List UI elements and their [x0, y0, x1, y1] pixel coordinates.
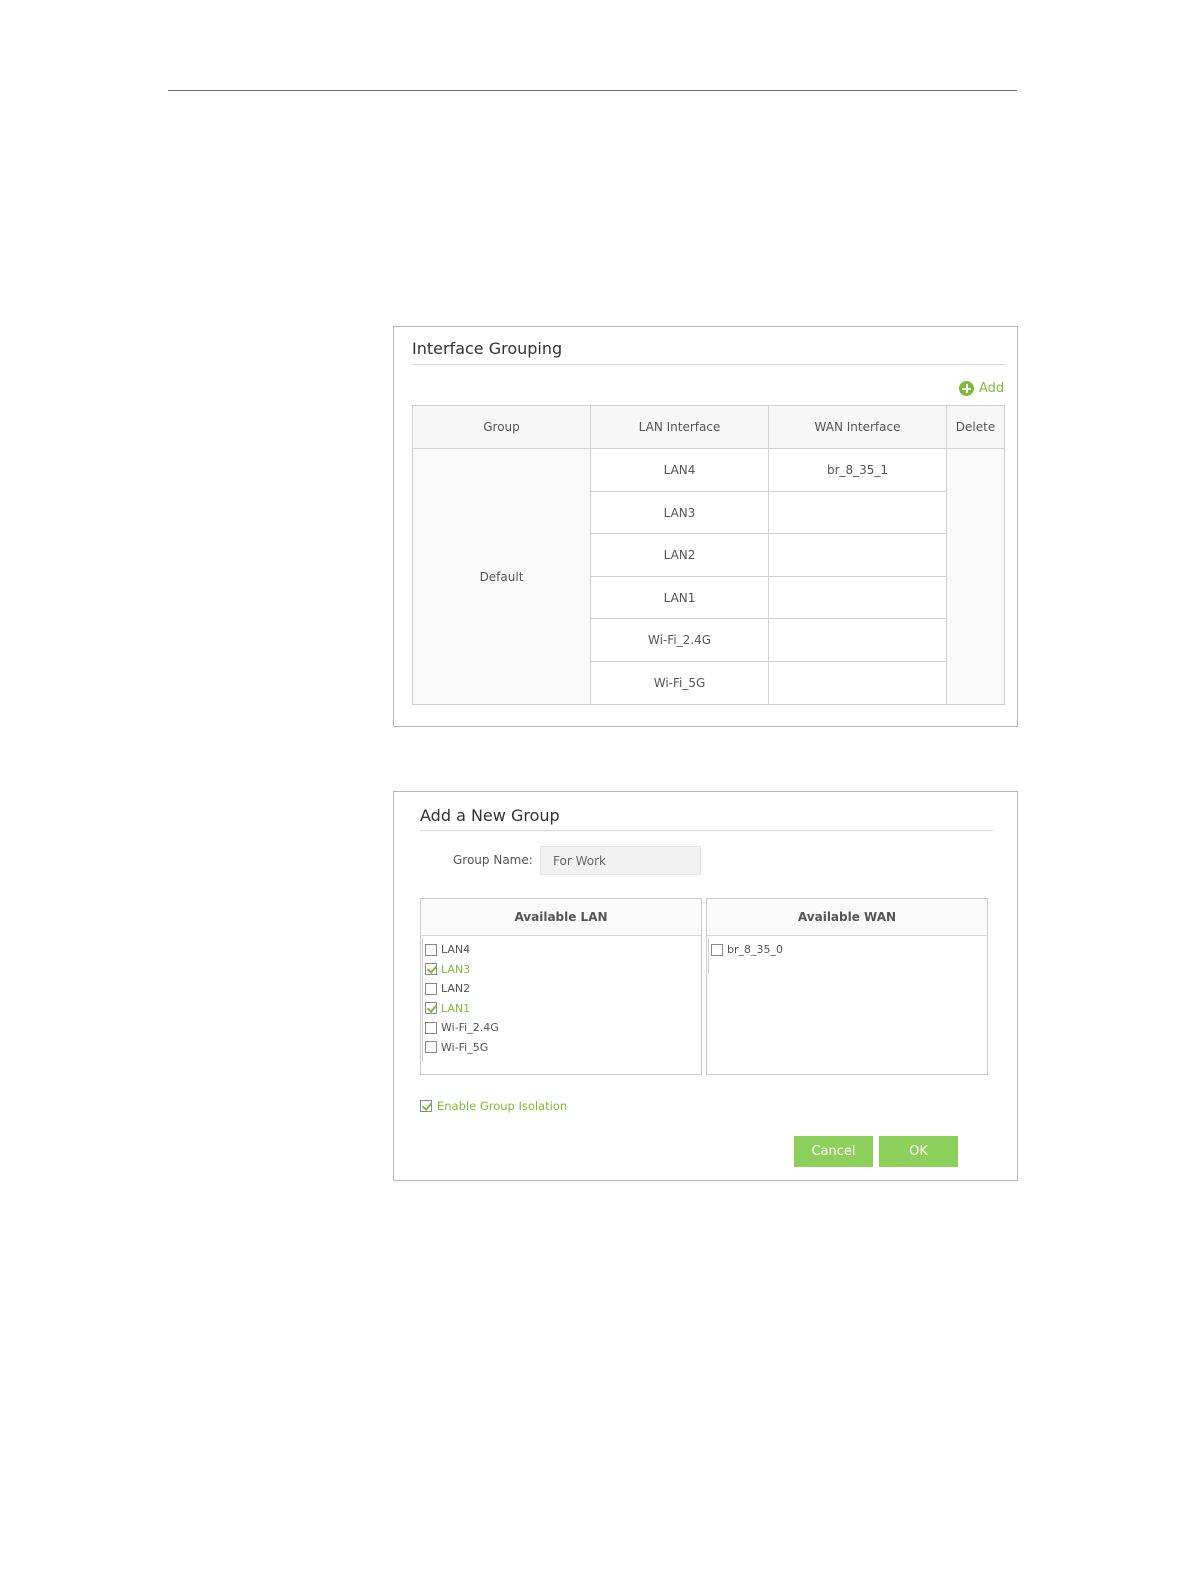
header-rule: [168, 90, 1017, 91]
ok-button[interactable]: OK: [879, 1136, 958, 1167]
interface-group-table: Group LAN Interface WAN Interface Delete…: [412, 405, 1005, 705]
cancel-button[interactable]: Cancel: [794, 1136, 873, 1167]
isolation-label: Enable Group Isolation: [437, 1099, 568, 1113]
group-name-cell: Default: [413, 449, 590, 704]
grid-line: [590, 406, 591, 704]
header-wan-interface: WAN Interface: [769, 406, 946, 448]
checkbox[interactable]: [425, 1021, 437, 1034]
wan-option-list: br_8_35_0: [707, 936, 987, 974]
title-divider: [420, 830, 993, 831]
lan-cell: LAN4: [663, 463, 696, 477]
available-lan-box: Available LAN LAN4 LAN3 LAN2 LAN1 Wi-Fi_…: [420, 898, 702, 1075]
header-delete: Delete: [947, 406, 1004, 448]
option-label: LAN3: [441, 962, 471, 976]
wan-cell: [769, 492, 946, 534]
option-label: LAN4: [441, 943, 471, 957]
checkbox-checked[interactable]: [420, 1100, 432, 1112]
wan-cell: br_8_35_1: [826, 463, 889, 477]
lan-option[interactable]: Wi-Fi_2.4G: [425, 1018, 701, 1038]
option-label: LAN2: [441, 982, 471, 996]
grid-line: [591, 533, 946, 534]
checkbox-checked[interactable]: [425, 963, 437, 976]
checkbox-checked[interactable]: [425, 1002, 437, 1015]
grid-line: [768, 406, 769, 704]
option-label: LAN1: [441, 1001, 471, 1015]
lan-option[interactable]: LAN4: [425, 940, 701, 960]
grid-line: [591, 661, 946, 662]
option-label: Wi-Fi_5G: [441, 1040, 489, 1054]
lan-cell: LAN3: [663, 506, 696, 520]
add-group-title: Add a New Group: [420, 806, 560, 825]
header-lan-interface: LAN Interface: [591, 406, 768, 448]
header-group: Group: [413, 406, 590, 448]
available-wan-header: Available WAN: [707, 899, 987, 936]
lan-option[interactable]: LAN3: [425, 960, 701, 980]
lan-cell: LAN1: [663, 591, 696, 605]
lan-cell: Wi-Fi_5G: [653, 676, 706, 690]
checkbox[interactable]: [425, 1041, 437, 1054]
lan-option-list: LAN4 LAN3 LAN2 LAN1 Wi-Fi_2.4G Wi-Fi_5G: [421, 936, 701, 1062]
available-lan-header: Available LAN: [421, 899, 701, 936]
checkbox[interactable]: [425, 982, 437, 995]
checkbox[interactable]: [711, 943, 723, 956]
checkbox[interactable]: [425, 943, 437, 956]
available-wan-box: Available WAN br_8_35_0: [706, 898, 988, 1075]
lan-cell: LAN2: [663, 548, 696, 562]
grid-line: [591, 491, 946, 492]
wan-cell: [769, 577, 946, 619]
add-new-group-panel: Add a New Group Group Name: Available LA…: [393, 791, 1018, 1181]
add-group-button[interactable]: Add: [959, 381, 1004, 396]
lan-cell: Wi-Fi_2.4G: [647, 633, 711, 647]
lan-option[interactable]: LAN2: [425, 979, 701, 999]
wan-cell: [769, 662, 946, 704]
lan-option[interactable]: Wi-Fi_5G: [425, 1038, 701, 1058]
option-label: Wi-Fi_2.4G: [441, 1021, 499, 1035]
wan-cell: [769, 619, 946, 661]
group-name-label: Group Name:: [453, 853, 533, 867]
grid-line: [413, 448, 1004, 449]
grid-line: [946, 406, 947, 704]
title-divider: [412, 364, 1005, 365]
interface-grouping-title: Interface Grouping: [412, 339, 563, 358]
wan-option[interactable]: br_8_35_0: [711, 940, 987, 960]
option-label: br_8_35_0: [727, 943, 783, 957]
grid-line: [591, 618, 946, 619]
interface-grouping-panel: Interface Grouping Add Group LAN Interfa…: [393, 326, 1018, 727]
plus-circle-icon: [959, 381, 974, 396]
group-name-input[interactable]: [540, 846, 701, 875]
wan-cell: [769, 534, 946, 576]
add-label: Add: [979, 381, 1005, 396]
enable-group-isolation-option[interactable]: Enable Group Isolation: [420, 1099, 567, 1113]
grid-line: [591, 576, 946, 577]
lan-option[interactable]: LAN1: [425, 999, 701, 1019]
delete-cell[interactable]: [947, 449, 1004, 704]
